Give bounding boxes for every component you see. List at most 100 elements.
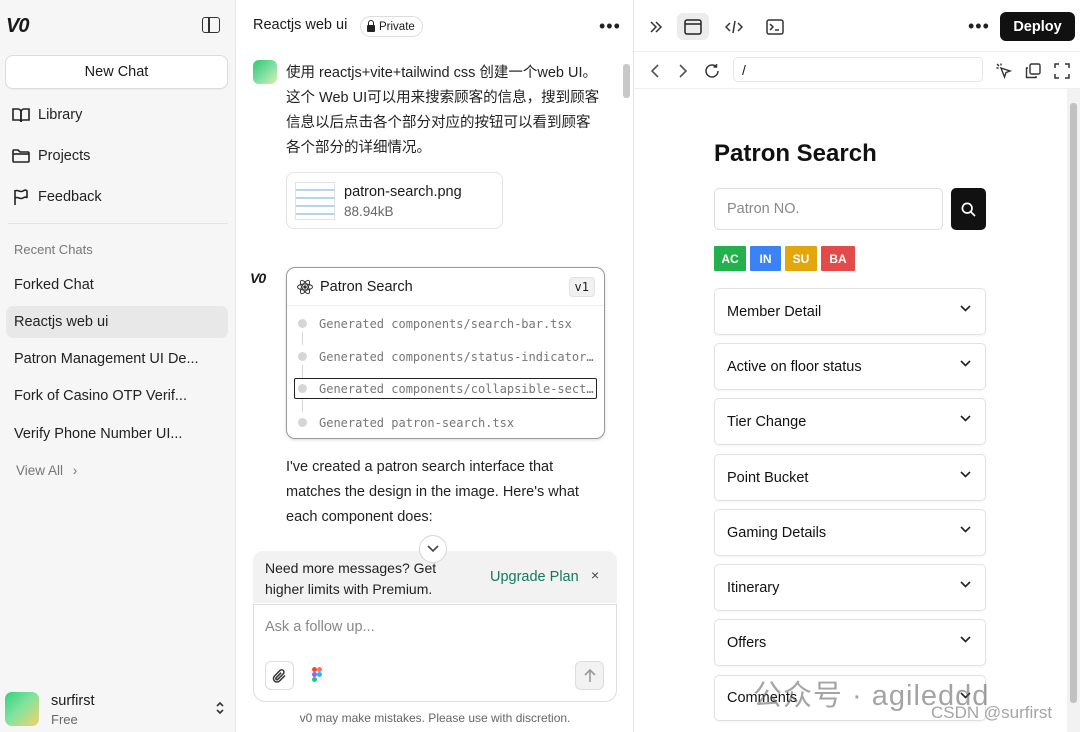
search-button[interactable] — [951, 188, 986, 230]
step-dot-icon — [298, 418, 307, 427]
section-gaming-details[interactable]: Gaming Details — [714, 509, 986, 556]
status-badge-ba[interactable]: BA — [821, 246, 855, 271]
patron-search-input[interactable] — [714, 188, 943, 230]
upgrade-message: Need more messages? Get higher limits wi… — [265, 560, 437, 597]
section-label: Member Detail — [727, 303, 822, 320]
terminal-icon — [766, 18, 784, 35]
double-chevron-right-icon — [650, 20, 663, 33]
preview-panel: ••• Deploy / Patron Search AC IN SU BA — [634, 0, 1080, 732]
recent-chat-item[interactable]: Patron Management UI De... — [6, 343, 228, 375]
recent-chat-item[interactable]: Fork of Casino OTP Verif... — [6, 380, 228, 412]
step-connector — [302, 365, 303, 378]
generation-step[interactable]: Generated components/search-bar.tsx — [298, 313, 598, 334]
attach-button[interactable] — [265, 661, 294, 690]
generation-title: Patron Search — [320, 278, 413, 295]
new-chat-button[interactable]: New Chat — [5, 55, 228, 89]
chevron-down-icon — [960, 360, 971, 367]
nav-library[interactable]: Library — [12, 103, 82, 127]
address-bar: / — [634, 52, 1080, 89]
close-icon[interactable]: × — [591, 567, 599, 583]
recent-chat-item[interactable]: Verify Phone Number UI... — [6, 418, 228, 450]
chevron-up-down-icon — [215, 700, 225, 716]
nav-projects-label: Projects — [38, 148, 91, 164]
section-tier-change[interactable]: Tier Change — [714, 398, 986, 445]
generation-card[interactable]: Patron Search v1 Generated components/se… — [286, 267, 605, 439]
version-badge[interactable]: v1 — [568, 277, 595, 297]
attachment-card[interactable]: patron-search.png 88.94kB — [286, 172, 503, 229]
step-label: Generated components/status-indicators.t… — [319, 349, 598, 364]
scroll-down-button[interactable] — [419, 535, 447, 563]
follow-up-input[interactable] — [265, 619, 595, 635]
code-tab[interactable] — [718, 13, 750, 40]
generation-step-selected[interactable]: Generated components/collapsible-section… — [294, 378, 597, 399]
status-badge-ac[interactable]: AC — [714, 246, 746, 271]
section-itinerary[interactable]: Itinerary — [714, 564, 986, 611]
arrow-up-icon — [583, 668, 596, 682]
fullscreen-button[interactable] — [1046, 57, 1078, 84]
attachment-name: patron-search.png — [344, 184, 462, 200]
recent-chat-item[interactable]: Forked Chat — [6, 269, 228, 301]
url-input[interactable]: / — [733, 57, 983, 82]
nav-feedback[interactable]: Feedback — [12, 185, 102, 209]
chevron-down-icon — [960, 526, 971, 533]
recent-chats-label: Recent Chats — [14, 242, 93, 257]
sidebar-toggle-icon[interactable] — [202, 17, 220, 33]
preview-scrollbar-thumb[interactable] — [1070, 103, 1077, 703]
preview-scrollbar[interactable] — [1067, 89, 1080, 732]
section-member-detail[interactable]: Member Detail — [714, 288, 986, 335]
visibility-badge[interactable]: Private — [360, 16, 423, 37]
terminal-tab[interactable] — [759, 13, 791, 40]
v0-logo[interactable]: V0 — [6, 15, 29, 38]
chevron-down-icon — [960, 581, 971, 588]
select-element-button[interactable] — [988, 57, 1020, 84]
more-options-icon[interactable]: ••• — [968, 17, 990, 35]
status-badge-su[interactable]: SU — [785, 246, 817, 271]
search-icon — [961, 202, 976, 217]
refresh-button[interactable] — [696, 57, 728, 84]
chevron-down-icon — [960, 636, 971, 643]
preview-tab[interactable] — [677, 13, 709, 40]
watermark-csdn: CSDN @surfirst — [931, 703, 1053, 722]
section-point-bucket[interactable]: Point Bucket — [714, 454, 986, 501]
assistant-logo: V0 — [250, 270, 266, 286]
status-badge-in[interactable]: IN — [750, 246, 781, 271]
step-connector — [302, 399, 303, 412]
expand-panel-button[interactable] — [640, 13, 672, 40]
chat-title[interactable]: Reactjs web ui — [253, 17, 347, 33]
section-active-on-floor[interactable]: Active on floor status — [714, 343, 986, 390]
view-all-label: View All — [16, 463, 64, 478]
send-button[interactable] — [575, 661, 604, 690]
generation-step[interactable]: Generated patron-search.tsx — [298, 412, 598, 433]
step-label: Generated components/collapsible-section… — [319, 381, 596, 396]
section-label: Gaming Details — [727, 524, 827, 541]
nav-projects[interactable]: Projects — [12, 144, 90, 168]
open-new-window-button[interactable] — [1017, 57, 1049, 84]
upgrade-plan-link[interactable]: Upgrade Plan — [490, 569, 579, 585]
disclaimer-text: v0 may make mistakes. Please use with di… — [299, 711, 571, 725]
generation-header[interactable]: Patron Search v1 — [287, 268, 604, 306]
user-message-avatar — [253, 60, 277, 84]
chat-scrollbar[interactable] — [623, 64, 630, 98]
step-label: Generated components/search-bar.tsx — [319, 316, 572, 331]
view-all-link[interactable]: View All › — [16, 463, 77, 478]
image-thumbnail — [295, 182, 335, 220]
visibility-label: Private — [379, 20, 415, 33]
recent-chat-item-active[interactable]: Reactjs web ui — [6, 306, 228, 338]
preview-toolbar: ••• Deploy — [634, 0, 1080, 52]
chevron-right-icon — [679, 63, 687, 78]
deploy-button[interactable]: Deploy — [1000, 12, 1075, 41]
user-menu[interactable]: surfirst Free — [5, 692, 233, 728]
generation-step[interactable]: Generated components/status-indicators.t… — [298, 346, 598, 367]
forward-button[interactable] — [667, 57, 699, 84]
lock-icon — [367, 19, 375, 32]
section-offers[interactable]: Offers — [714, 619, 986, 666]
step-dot-icon — [298, 319, 307, 328]
chevron-right-icon: › — [72, 463, 78, 478]
step-dot-icon — [298, 384, 307, 393]
sidebar: V0 New Chat Library Projects Feedback Re… — [0, 0, 236, 732]
more-options-icon[interactable]: ••• — [599, 17, 621, 35]
section-label: Tier Change — [727, 413, 807, 430]
step-connector — [302, 332, 303, 345]
figma-import-button[interactable] — [306, 664, 328, 688]
user-plan: Free — [51, 712, 78, 727]
